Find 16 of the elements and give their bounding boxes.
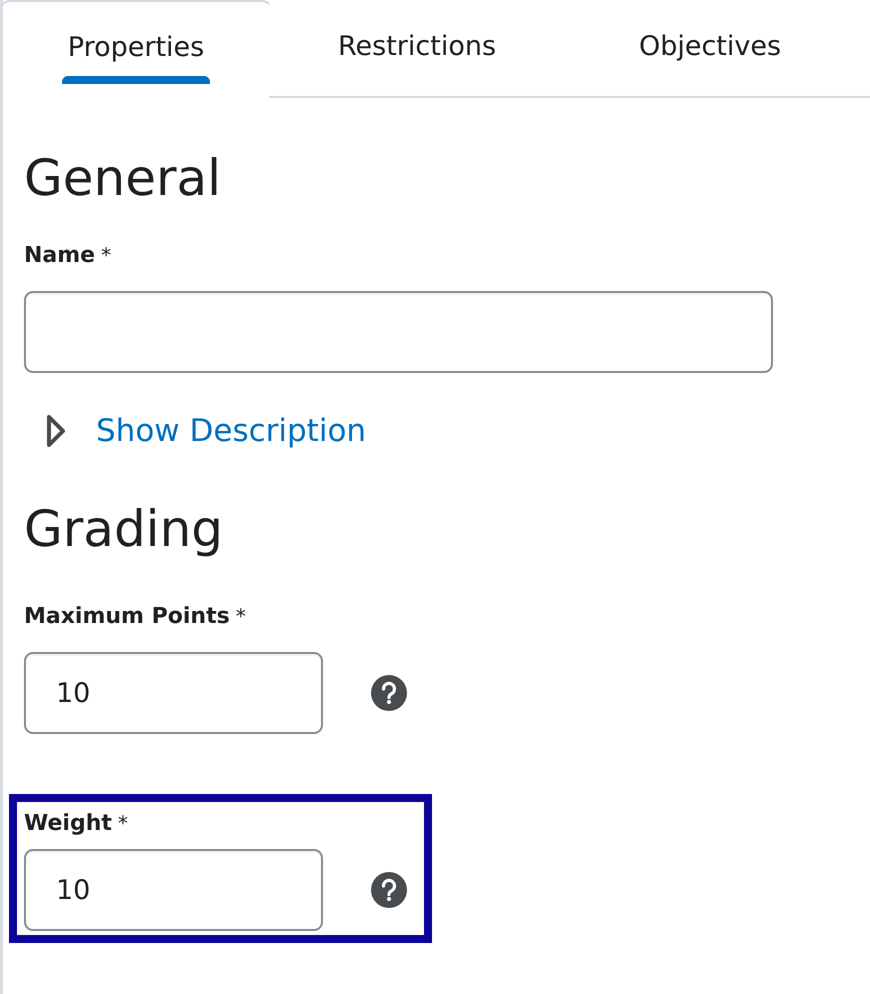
input-field[interactable]: 10	[24, 849, 323, 931]
input-field[interactable]: 10	[24, 652, 323, 734]
show-description-link[interactable]: Show Description	[96, 413, 366, 449]
section-heading: General	[24, 148, 222, 209]
tab[interactable]: Restrictions	[269, 2, 565, 98]
required-mark: *	[118, 811, 128, 835]
input-field[interactable]	[24, 291, 773, 373]
expand-arrow-icon[interactable]	[46, 414, 66, 448]
field-label: Weight	[24, 811, 112, 836]
field-label: Maximum Points	[24, 604, 230, 629]
field-label: Name	[24, 243, 96, 268]
help-icon[interactable]	[371, 872, 407, 908]
section-heading: Grading	[24, 499, 224, 560]
required-mark: *	[236, 604, 246, 628]
help-icon[interactable]	[371, 675, 407, 711]
required-mark: *	[101, 243, 112, 267]
